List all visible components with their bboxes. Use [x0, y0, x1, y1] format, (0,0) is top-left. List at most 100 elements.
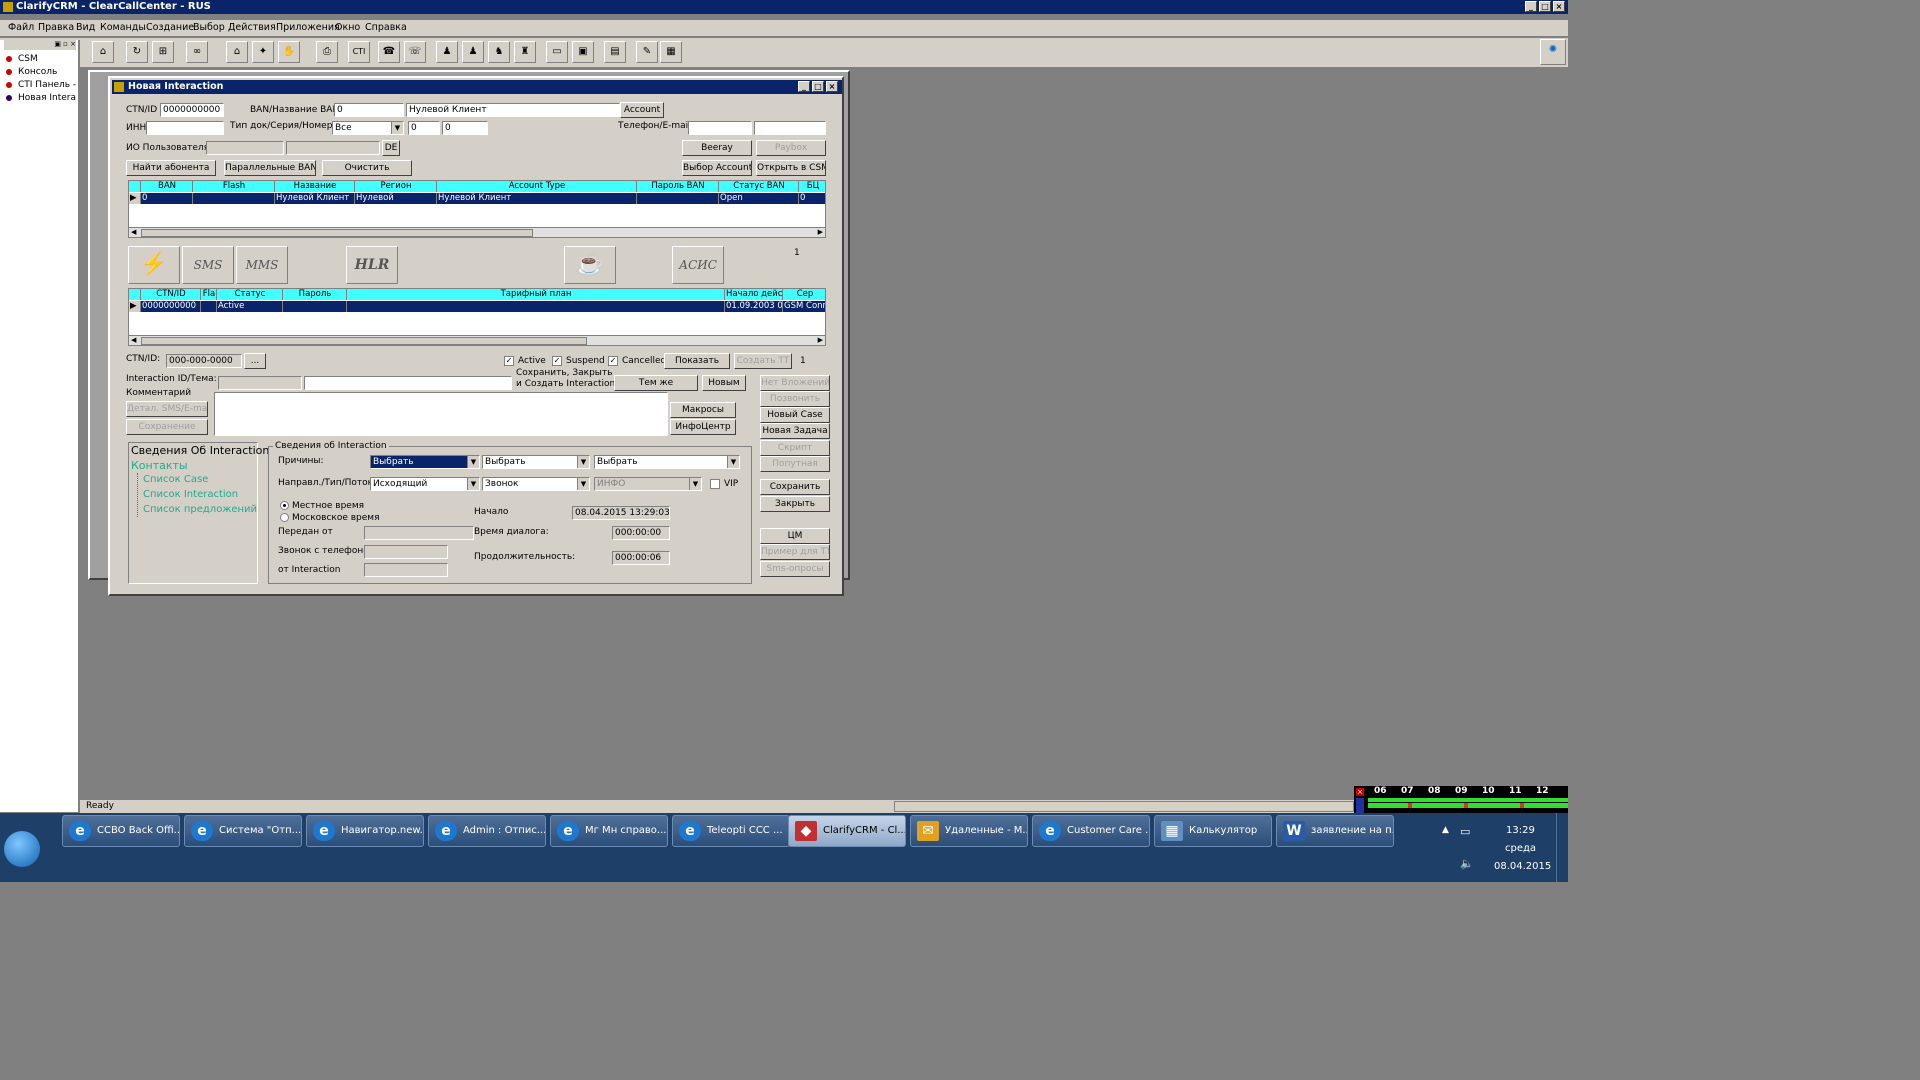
schedule-timeline[interactable]: × 06 07 08 09 10 11 12	[1354, 786, 1568, 814]
chevron-down-icon[interactable]: ▼	[727, 456, 739, 468]
phone-input[interactable]	[688, 121, 752, 135]
window-close-button[interactable]: ×	[826, 81, 838, 92]
user-icon-4[interactable]: ♜	[514, 41, 536, 63]
local-time-radio[interactable]	[280, 501, 289, 510]
type-select[interactable]: Звонок ▼	[482, 477, 590, 491]
clear-button[interactable]: Очистить	[322, 160, 412, 176]
ctn-grid-col-password[interactable]: Пароль	[283, 289, 347, 300]
comment-textarea[interactable]	[214, 392, 668, 436]
active-checkbox[interactable]: ✓	[504, 356, 514, 366]
chevron-down-icon[interactable]: ▼	[467, 478, 479, 490]
interaction-id-input[interactable]	[218, 376, 302, 390]
ctn-grid-col-flash[interactable]: Fla	[201, 289, 217, 300]
close-button[interactable]: ×	[1553, 1, 1565, 12]
tt-example-button[interactable]: Пример для ТТ	[760, 544, 830, 560]
taskbar-item-clarifycrm[interactable]: ◆ ClarifyCRM - Cl...	[788, 815, 906, 847]
home-icon[interactable]: ⌂	[92, 41, 114, 63]
ban-grid-scrollbar[interactable]: ◀ ▶	[129, 227, 825, 237]
menu-create[interactable]: Создание	[146, 22, 194, 33]
user-icon-2[interactable]: ♟	[462, 41, 484, 63]
minimize-button[interactable]: _	[1525, 1, 1537, 12]
maximize-button[interactable]: □	[1539, 1, 1551, 12]
table-row[interactable]: ▶ 0 Нулевой Клиент Нулевой Нулевой Клиен…	[129, 193, 825, 204]
reason-select-2[interactable]: Выбрать ▼	[482, 455, 590, 469]
scroll-right-icon[interactable]: ▶	[818, 336, 823, 344]
start-button[interactable]	[4, 831, 40, 867]
ctn-grid-scrollbar[interactable]: ◀ ▶	[129, 335, 825, 345]
taskbar-item-calculator[interactable]: ▦ Калькулятор	[1154, 815, 1272, 847]
taskbar-item-mg-mn[interactable]: e Мг Мн справо...	[550, 815, 668, 847]
chevron-down-icon[interactable]: ▼	[391, 122, 403, 134]
phone-alt-icon[interactable]: ☏	[404, 41, 426, 63]
ctn-grid-col-ctn[interactable]: CTN/ID	[141, 289, 201, 300]
taskbar-item-customer-care[interactable]: e Customer Care ...	[1032, 815, 1150, 847]
new-task-button[interactable]: Новая Задача	[760, 423, 830, 439]
flow-select[interactable]: ИНФО ▼	[594, 477, 702, 491]
ban-grid-col-region[interactable]: Регион	[355, 181, 437, 192]
print-icon[interactable]: ⎙	[316, 41, 338, 63]
vip-checkbox[interactable]	[710, 479, 720, 489]
sms-polls-button[interactable]: Sms-опросы	[760, 561, 830, 577]
ban-input[interactable]: 0	[334, 103, 404, 117]
ban-grid-col-password[interactable]: Пароль BAN	[637, 181, 719, 192]
taskbar-item-sistema[interactable]: e Система "Отп...	[184, 815, 302, 847]
network-icon[interactable]: ⊞	[152, 41, 174, 63]
create-tt-button[interactable]: Создать ТТ	[734, 353, 792, 369]
doctype-select[interactable]: Все ▼	[332, 121, 404, 135]
reason-select-3[interactable]: Выбрать ▼	[594, 455, 740, 469]
folder-icon[interactable]: ▭	[546, 41, 568, 63]
scroll-right-icon[interactable]: ▶	[818, 228, 823, 236]
ban-grid-col-account-type[interactable]: Account Type	[437, 181, 637, 192]
sms-envelope-icon[interactable]: SMS	[182, 246, 234, 284]
parallel-ban-button[interactable]: Параллельные BAN	[224, 160, 316, 176]
scroll-left-icon[interactable]: ◀	[131, 228, 136, 236]
ban-grid-col-status[interactable]: Статус BAN	[719, 181, 799, 192]
ban-grid-col-bc[interactable]: БЦ	[799, 181, 825, 192]
de-button[interactable]: DE	[382, 140, 400, 156]
timeline-close-icon[interactable]: ×	[1356, 788, 1364, 796]
ban-grid-col-name[interactable]: Название	[275, 181, 355, 192]
reason-select-1[interactable]: Выбрать ▼	[370, 455, 480, 469]
cancelled-checkbox[interactable]: ✓	[608, 356, 618, 366]
direction-select[interactable]: Исходящий ▼	[370, 477, 480, 491]
chevron-down-icon[interactable]: ▼	[467, 456, 479, 468]
show-button[interactable]: Показать	[664, 353, 730, 369]
taskbar-item-navigator[interactable]: e Навигатор.new...	[306, 815, 424, 847]
moscow-time-radio[interactable]	[280, 513, 289, 522]
network-tray-icon[interactable]: ▭	[1460, 825, 1470, 838]
chevron-down-icon[interactable]: ▼	[689, 478, 701, 490]
same-button[interactable]: Тем же	[614, 375, 698, 391]
calendar-icon[interactable]: ▦	[660, 41, 682, 63]
lightning-icon[interactable]: ⚡	[128, 246, 180, 284]
house-star-icon[interactable]: ✦	[252, 41, 274, 63]
taskbar-item-admin[interactable]: e Admin : Отпис...	[428, 815, 546, 847]
tree-item-contacts[interactable]: Контакты	[131, 459, 188, 472]
tag-icon[interactable]: ✎	[636, 41, 658, 63]
select-account-button[interactable]: Выбор Account	[682, 160, 752, 176]
nav-item-console[interactable]: Консоль	[6, 67, 57, 77]
nav-item-cti-panel[interactable]: CTI Панель -	[6, 80, 76, 90]
script-button[interactable]: Скрипт	[760, 440, 830, 456]
tree-item-interaction-info[interactable]: Сведения Об Interaction	[131, 444, 269, 457]
paybox-button[interactable]: Paybox	[756, 140, 826, 156]
menu-edit[interactable]: Правка	[38, 22, 74, 33]
acis-icon[interactable]: АСИС	[672, 246, 724, 284]
cti-button[interactable]: CTI	[348, 41, 370, 63]
no-attachments-button[interactable]: Нет Вложений	[760, 375, 830, 391]
user-icon-3[interactable]: ♞	[488, 41, 510, 63]
book-icon[interactable]: ▤	[604, 41, 626, 63]
scroll-left-icon[interactable]: ◀	[131, 336, 136, 344]
volume-tray-icon[interactable]: 🔈	[1460, 857, 1474, 870]
detail-sms-button[interactable]: Детал. SMS/E-mail	[126, 401, 208, 417]
tree-item-case-list[interactable]: Список Case	[143, 474, 208, 485]
chevron-down-icon[interactable]: ▼	[577, 478, 589, 490]
tree-item-interaction-list[interactable]: Список Interaction	[143, 489, 238, 500]
show-desktop-button[interactable]	[1556, 813, 1568, 882]
number-input[interactable]: 0	[442, 121, 488, 135]
inn-input[interactable]	[146, 121, 224, 135]
clock-time[interactable]: 13:29	[1506, 825, 1535, 836]
mms-envelope-icon[interactable]: MMS	[236, 246, 288, 284]
house-icon[interactable]: ⌂	[226, 41, 248, 63]
taskbar-item-statement[interactable]: Wзаявление на п...	[1276, 815, 1394, 847]
hlr-icon[interactable]: HLR	[346, 246, 398, 284]
